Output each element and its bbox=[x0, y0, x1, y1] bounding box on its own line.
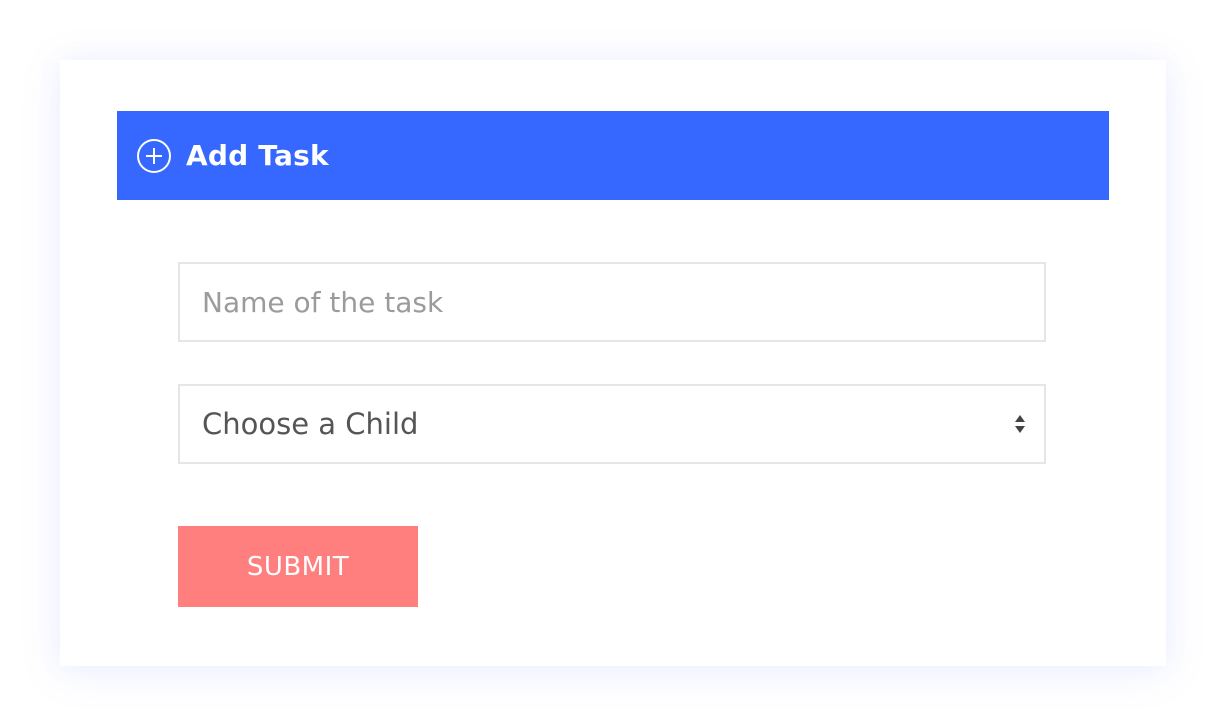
add-task-header: Add Task bbox=[117, 111, 1109, 200]
submit-button[interactable]: SUBMIT bbox=[178, 526, 418, 607]
task-name-input[interactable] bbox=[178, 262, 1046, 342]
add-task-card: Add Task Choose a Child SUBMIT bbox=[60, 60, 1166, 666]
child-select-value: Choose a Child bbox=[202, 407, 419, 441]
header-title: Add Task bbox=[186, 139, 329, 172]
sort-arrows-icon bbox=[1014, 414, 1026, 434]
plus-circle-icon bbox=[136, 138, 172, 174]
child-select[interactable]: Choose a Child bbox=[178, 384, 1046, 464]
